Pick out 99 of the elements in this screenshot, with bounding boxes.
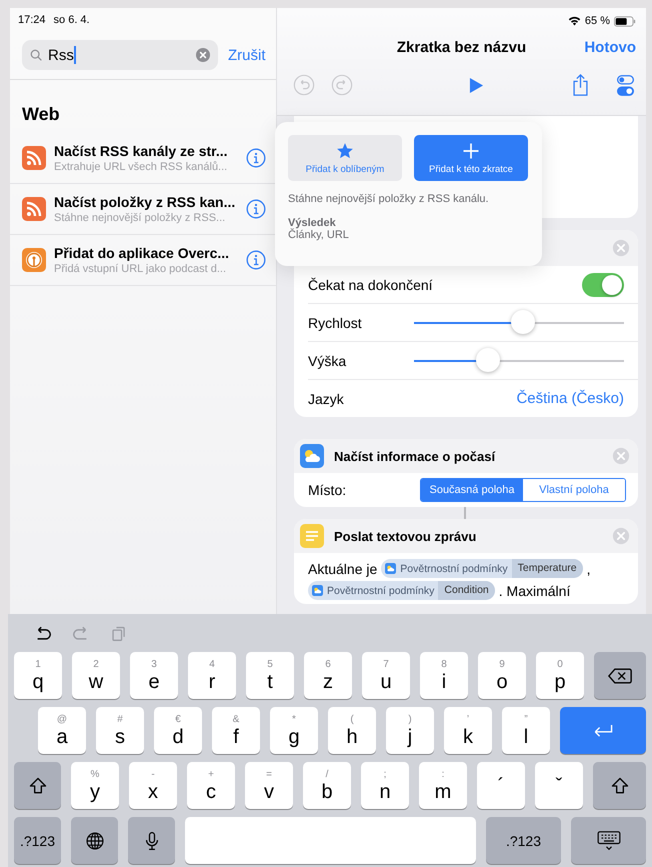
letter-key[interactable]: - x	[129, 762, 177, 809]
letter-key[interactable]: @ a	[38, 707, 86, 754]
letter-key[interactable]: 9 o	[478, 652, 526, 699]
rss-icon	[22, 197, 46, 221]
variable-name: Povětrnostní podmínky	[327, 584, 434, 596]
action-item[interactable]: Načíst RSS kanály ze str... Extrahuje URL všech RSS kanálů...	[10, 133, 276, 184]
toggle-switch[interactable]	[582, 272, 624, 296]
message-text: . Maximální	[498, 582, 570, 598]
letter-key[interactable]: 1 q	[14, 652, 62, 699]
action-description: Stáhne nejnovější položky z RSS kanálu.	[288, 193, 490, 205]
letter-key[interactable]: % y	[71, 762, 119, 809]
language-picker[interactable]: Čeština (Česko)	[516, 390, 624, 407]
letter-key[interactable]: 4 r	[188, 652, 236, 699]
weather-icon	[300, 444, 324, 468]
letter-key[interactable]: ´	[477, 762, 525, 809]
add-button[interactable]: Přidat k této zkratce	[414, 135, 528, 181]
numbers-key[interactable]: .?123	[486, 817, 561, 864]
variable-name: Povětrnostní podmínky	[400, 562, 508, 574]
letter-key[interactable]: ; n	[361, 762, 409, 809]
backspace-key[interactable]	[594, 652, 646, 699]
letter-key[interactable]: 3 e	[130, 652, 178, 699]
play-icon[interactable]	[469, 76, 484, 94]
letter-key[interactable]: 6 z	[304, 652, 352, 699]
clear-icon[interactable]	[196, 48, 210, 62]
done-button[interactable]: Hotovo	[584, 38, 636, 56]
message-text: ,	[586, 560, 591, 576]
letter-key[interactable]: 7 u	[362, 652, 410, 699]
letter-key[interactable]: ’ k	[444, 707, 492, 754]
action-description: Přidá vstupní URL jako podcast d...	[54, 263, 228, 275]
info-icon[interactable]	[246, 250, 266, 270]
letter-key[interactable]: # s	[96, 707, 144, 754]
shift-key[interactable]	[14, 762, 61, 809]
action-title: Načíst položky z RSS kan...	[54, 194, 236, 210]
letter-key[interactable]: 2 w	[72, 652, 120, 699]
variable-token[interactable]: Povětrnostní podmínky Temperature	[381, 559, 583, 578]
plus-icon	[462, 142, 480, 160]
slider-thumb[interactable]	[476, 348, 500, 372]
notes-icon	[300, 524, 324, 548]
action-item[interactable]: Přidat do aplikace Overc... Přidá vstupní URL jako podcast d...	[10, 235, 276, 286]
variable-token[interactable]: Povětrnostní podmínky Condition	[308, 581, 495, 600]
variable-property: Temperature	[512, 559, 583, 578]
weather-icon	[312, 585, 323, 596]
shift-key[interactable]	[593, 762, 646, 809]
status-time: 17:24	[18, 14, 46, 28]
field-label: Místo:	[308, 482, 348, 498]
action-title: Přidat do aplikace Overc...	[54, 245, 230, 261]
setting-label: Výška	[308, 352, 348, 368]
keyboard-icon	[596, 830, 620, 850]
backspace-icon	[608, 666, 632, 686]
letter-key[interactable]: + c	[187, 762, 235, 809]
letter-key[interactable]: = v	[245, 762, 293, 809]
setting-label: Jazyk	[308, 390, 345, 406]
action-item[interactable]: Načíst položky z RSS kan... Stáhne nejnovější položky z RSS...	[10, 184, 276, 235]
variable-property: Condition	[438, 581, 495, 600]
letter-key[interactable]: : m	[419, 762, 467, 809]
letter-key[interactable]: ” l	[502, 707, 550, 754]
letter-key[interactable]: € d	[154, 707, 202, 754]
star-icon	[336, 142, 354, 160]
letter-key[interactable]: ˇ	[535, 762, 583, 809]
action-title: Poslat textovou zprávu	[334, 528, 478, 544]
hide-keyboard-key[interactable]	[571, 817, 646, 864]
message-text: Aktuálne je	[308, 560, 378, 576]
setting-label: Čekat na dokončení	[308, 276, 433, 292]
setting-label: Rychlost	[308, 314, 363, 330]
microphone-key[interactable]	[128, 817, 175, 864]
result-label: Výsledek	[288, 217, 337, 229]
action-description: Extrahuje URL všech RSS kanálů...	[54, 161, 228, 173]
search-field[interactable]: Rss	[22, 40, 218, 70]
search-icon	[30, 49, 42, 61]
letter-key[interactable]: ) j	[386, 707, 434, 754]
shortcut-title: Zkratka bez názvu	[396, 38, 526, 56]
result-value: Články, URL	[288, 229, 350, 241]
cancel-button[interactable]: Zrušit	[228, 46, 266, 64]
action-title: Načíst RSS kanály ze str...	[54, 143, 229, 159]
share-icon[interactable]	[572, 74, 589, 96]
battery-percent: 65 %	[584, 15, 610, 27]
weather-icon	[385, 563, 396, 574]
slider-thumb[interactable]	[511, 310, 536, 334]
letter-key[interactable]: 5 t	[246, 652, 294, 699]
numbers-key[interactable]: .?123	[14, 817, 61, 864]
info-icon[interactable]	[246, 199, 266, 219]
section-heading: Web	[22, 104, 61, 125]
rss-icon	[22, 146, 46, 170]
globe-key[interactable]	[71, 817, 118, 864]
settings-icon[interactable]	[617, 74, 634, 96]
podcast-icon	[22, 248, 46, 272]
status-date: so 6. 4.	[54, 14, 90, 28]
wifi-icon	[568, 16, 581, 26]
letter-key[interactable]: ( h	[328, 707, 376, 754]
segment-button[interactable]: Současná poloha	[421, 479, 523, 501]
letter-key[interactable]: / b	[303, 762, 351, 809]
letter-key[interactable]: * g	[270, 707, 318, 754]
letter-key[interactable]: 8 i	[420, 652, 468, 699]
action-title: Načíst informace o počasí	[334, 448, 496, 464]
info-icon[interactable]	[246, 148, 266, 168]
letter-key[interactable]: & f	[212, 707, 260, 754]
letter-key[interactable]: 0 p	[536, 652, 584, 699]
battery-icon	[614, 16, 636, 26]
action-description: Stáhne nejnovější položky z RSS...	[54, 212, 226, 224]
